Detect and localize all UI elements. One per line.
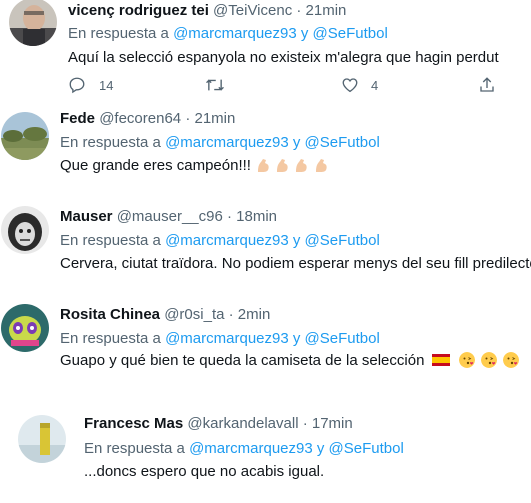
avatar[interactable] xyxy=(1,304,49,352)
tweet[interactable]: Fede @fecoren64 · 21min En respuesta a @… xyxy=(0,104,531,184)
tweet-text: Aquí la selecció espanyola no existeix m… xyxy=(68,49,499,66)
tweet-text: ...doncs espero que no acabis igual. xyxy=(84,463,325,480)
tweet[interactable]: Rosita Chinea @r0si_ta · 2min En respues… xyxy=(0,295,531,385)
mention-link[interactable]: @marcmarquez93 xyxy=(173,25,297,42)
reply-prefix: En respuesta a xyxy=(68,25,169,42)
kiss-emoji xyxy=(503,352,520,368)
mention-link[interactable]: @SeFutbol xyxy=(329,440,404,457)
tweet[interactable]: Mauser @mauser__c96 · 18min En respuesta… xyxy=(0,196,531,284)
separator-dot: · xyxy=(296,2,302,19)
separator-dot: · xyxy=(227,208,232,225)
tweet-actions: 14 4 xyxy=(68,76,498,98)
mention-link[interactable]: @SeFutbol xyxy=(305,232,380,249)
timestamp[interactable]: 17min xyxy=(312,415,353,432)
retweet-button[interactable] xyxy=(205,76,225,94)
tweet-text: Guapo y qué bien te queda la camiseta de… xyxy=(60,352,425,369)
mention-link[interactable]: @SeFutbol xyxy=(313,25,388,42)
reply-prefix: En respuesta a xyxy=(60,330,161,347)
mention-link[interactable]: @marcmarquez93 xyxy=(189,440,313,457)
reply-conjunction: y xyxy=(292,134,301,151)
kiss-emoji xyxy=(480,352,497,368)
mention-link[interactable]: @marcmarquez93 xyxy=(165,330,289,347)
mention-link[interactable]: @marcmarquez93 xyxy=(165,134,289,151)
like-count: 4 xyxy=(371,77,379,93)
flexed-biceps-emoji xyxy=(315,159,327,172)
spain-flag-emoji xyxy=(431,354,450,366)
mention-link[interactable]: @marcmarquez93 xyxy=(165,232,289,249)
separator-dot: · xyxy=(185,110,191,127)
reply-count: 14 xyxy=(99,77,114,93)
reply-conjunction: y xyxy=(292,330,301,347)
avatar[interactable] xyxy=(18,415,66,463)
user-handle[interactable]: @r0si_ta xyxy=(164,306,224,323)
like-button[interactable]: 4 xyxy=(341,76,378,94)
display-name[interactable]: vicenç rodriguez tei xyxy=(68,2,209,19)
avatar[interactable] xyxy=(1,206,49,254)
timestamp[interactable]: 18min xyxy=(236,208,277,225)
avatar[interactable] xyxy=(1,112,49,160)
display-name[interactable]: Rosita Chinea xyxy=(60,306,160,323)
flexed-biceps-emoji xyxy=(296,159,308,172)
flexed-biceps-emoji xyxy=(277,159,288,172)
reply-conjunction: y xyxy=(292,232,301,249)
user-handle[interactable]: @karkandelavall xyxy=(187,415,298,432)
display-name[interactable]: Fede xyxy=(60,110,95,127)
reply-conjunction: y xyxy=(316,440,325,457)
retweet-icon xyxy=(206,79,224,91)
user-handle[interactable]: @fecoren64 xyxy=(99,110,181,127)
display-name[interactable]: Mauser xyxy=(60,208,113,225)
reply-icon xyxy=(69,77,85,94)
reply-prefix: En respuesta a xyxy=(84,440,185,457)
reply-prefix: En respuesta a xyxy=(60,232,161,249)
timestamp[interactable]: 21min xyxy=(306,2,347,19)
mention-link[interactable]: @SeFutbol xyxy=(305,330,380,347)
separator-dot: · xyxy=(228,306,234,323)
avatar[interactable] xyxy=(9,0,57,46)
timestamp[interactable]: 21min xyxy=(194,110,235,127)
display-name[interactable]: Francesc Mas xyxy=(84,415,183,432)
reply-conjunction: y xyxy=(300,25,309,42)
like-icon xyxy=(342,78,358,93)
reply-prefix: En respuesta a xyxy=(60,134,161,151)
mention-link[interactable]: @SeFutbol xyxy=(305,134,380,151)
separator-dot: · xyxy=(302,415,308,432)
tweet-text: Cervera, ciutat traïdora. No podiem espe… xyxy=(60,255,531,272)
user-handle[interactable]: @mauser__c96 xyxy=(117,208,223,225)
flexed-biceps-emoji xyxy=(258,159,269,172)
tweet-text: Que grande eres campeón!!! xyxy=(60,157,251,174)
share-button[interactable] xyxy=(478,76,496,94)
share-icon xyxy=(480,77,494,92)
tweet[interactable]: Francesc Mas @karkandelavall · 17min En … xyxy=(0,398,531,503)
timestamp[interactable]: 2min xyxy=(238,306,271,323)
tweet[interactable]: vicenç rodriguez tei @TeiVicenc · 21min … xyxy=(0,0,531,104)
reply-button[interactable]: 14 xyxy=(68,76,113,94)
user-handle[interactable]: @TeiVicenc xyxy=(213,2,292,19)
kiss-emoji xyxy=(458,352,475,368)
